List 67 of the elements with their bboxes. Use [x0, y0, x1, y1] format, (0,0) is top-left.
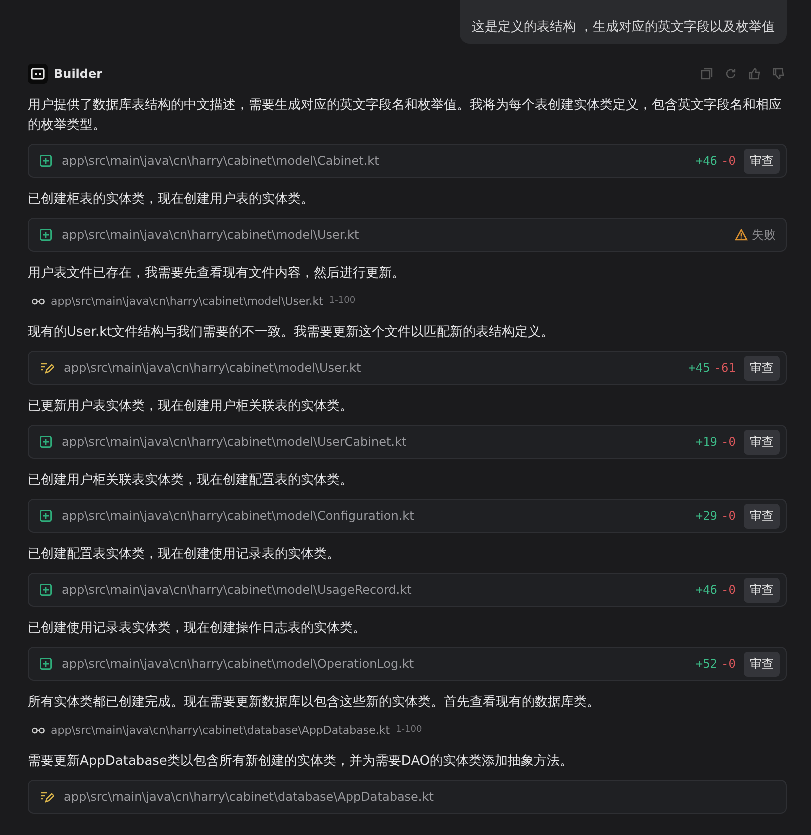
review-button[interactable]: 审查	[744, 652, 780, 676]
lines-added: +46	[696, 583, 718, 597]
edit-icon	[40, 362, 54, 374]
thumbs-up-icon[interactable]	[749, 68, 761, 80]
lines-added: +45	[688, 361, 710, 375]
failed-status: 失败	[752, 226, 776, 244]
user-message: 这是定义的表结构 ，生成对应的英文字段以及枚举值	[460, 0, 787, 44]
file-path: app\src\main\java\cn\harry\cabinet\model\UsageRecord.kt	[62, 583, 413, 597]
review-button[interactable]: 审查	[744, 504, 780, 528]
message-text: 已创建使用记录表实体类，现在创建操作日志表的实体类。	[28, 620, 367, 638]
message-text: 已创建用户柜关联表实体类，现在创建配置表的实体类。	[28, 472, 354, 490]
warning-icon	[735, 229, 748, 241]
add-file-icon	[40, 155, 52, 167]
lines-removed: -0	[722, 435, 736, 449]
lines-removed: -0	[722, 154, 736, 168]
message-text: 已创建柜表的实体类，现在创建用户表的实体类。	[28, 191, 315, 209]
robot-icon	[28, 64, 48, 84]
assistant-name: Builder	[54, 67, 103, 81]
message-text: 所有实体类都已创建完成。现在需要更新数据库以包含这些新的实体类。首先查看现有的数据库类。	[28, 694, 601, 712]
lines-removed: -0	[722, 583, 736, 597]
add-file-icon	[40, 658, 52, 670]
file-change-card[interactable]: app\src\main\java\cn\harry\cabinet\model\Configuration.kt +29 -0 审查	[28, 499, 787, 533]
add-file-icon	[40, 584, 52, 596]
file-path: app\src\main\java\cn\harry\cabinet\model\OperationLog.kt	[62, 657, 416, 671]
file-path: app\src\main\java\cn\harry\cabinet\model\User.kt	[51, 294, 324, 308]
file-path: app\src\main\java\cn\harry\cabinet\model\User.kt	[62, 228, 360, 242]
file-change-card[interactable]: app\src\main\java\cn\harry\cabinet\model\OperationLog.kt +52 -0 审查	[28, 647, 787, 681]
add-file-icon	[40, 436, 52, 448]
file-path: app\src\main\java\cn\harry\cabinet\database\AppDatabase.kt	[64, 790, 435, 804]
lines-removed: -61	[714, 361, 736, 375]
file-path: app\src\main\java\cn\harry\cabinet\model\UserCabinet.kt	[62, 435, 408, 449]
file-change-card[interactable]: app\src\main\java\cn\harry\cabinet\model\Cabinet.kt +46 -0 审查	[28, 144, 787, 178]
lines-added: +52	[696, 657, 718, 671]
file-path: app\src\main\java\cn\harry\cabinet\model\Configuration.kt	[62, 509, 416, 523]
file-change-card[interactable]: app\src\main\java\cn\harry\cabinet\database\AppDatabase.kt	[28, 780, 787, 814]
refresh-icon[interactable]	[725, 68, 737, 80]
lines-removed: -0	[722, 657, 736, 671]
message-text: 已更新用户表实体类，现在创建用户柜关联表的实体类。	[28, 398, 354, 416]
add-file-icon	[40, 229, 52, 241]
review-button[interactable]: 审查	[744, 148, 780, 174]
message-text: 用户提供了数据库表结构的中文描述，需要生成对应的英文字段名和枚举值。我将为每个表创建实体类定义，包含英文字段名和相应的枚举类型。	[28, 97, 783, 135]
file-change-card[interactable]: app\src\main\java\cn\harry\cabinet\model\User.kt 失败	[28, 218, 787, 252]
glasses-icon	[32, 726, 45, 734]
lines-added: +46	[696, 154, 718, 168]
file-change-card[interactable]: app\src\main\java\cn\harry\cabinet\model\UsageRecord.kt +46 -0 审查	[28, 573, 787, 607]
line-range: 1-100	[329, 296, 356, 306]
review-button[interactable]: 审查	[744, 578, 780, 602]
lines-added: +19	[696, 435, 718, 449]
edit-icon	[40, 791, 54, 803]
copy-icon[interactable]	[701, 68, 713, 80]
file-path: app\src\main\java\cn\harry\cabinet\database\AppDatabase.kt	[51, 724, 390, 736]
message-text: 需要更新AppDatabase类以包含所有新创建的实体类，并为需要DAO的实体类添加抽象方法。	[28, 753, 574, 771]
thumbs-down-icon[interactable]	[773, 68, 785, 80]
glasses-icon	[32, 298, 45, 304]
file-path: app\src\main\java\cn\harry\cabinet\model\User.kt	[64, 361, 362, 375]
message-text: 现有的User.kt文件结构与我们需要的不一致。我需要更新这个文件以匹配新的表结构定义。	[28, 324, 556, 342]
lines-removed: -0	[722, 509, 736, 523]
add-file-icon	[40, 510, 52, 522]
message-text: 已创建配置表实体类，现在创建使用记录表的实体类。	[28, 546, 341, 564]
lines-added: +29	[696, 509, 718, 523]
file-path: app\src\main\java\cn\harry\cabinet\model\Cabinet.kt	[62, 154, 380, 168]
review-button[interactable]: 审查	[744, 430, 780, 454]
message-text: 用户表文件已存在，我需要先查看现有文件内容，然后进行更新。	[28, 265, 406, 283]
review-button[interactable]: 审查	[744, 356, 780, 380]
line-range: 1-100	[396, 725, 422, 735]
file-change-card[interactable]: app\src\main\java\cn\harry\cabinet\model\UserCabinet.kt +19 -0 审查	[28, 425, 787, 459]
file-change-card[interactable]: app\src\main\java\cn\harry\cabinet\model\User.kt +45 -61 审查	[28, 351, 787, 385]
